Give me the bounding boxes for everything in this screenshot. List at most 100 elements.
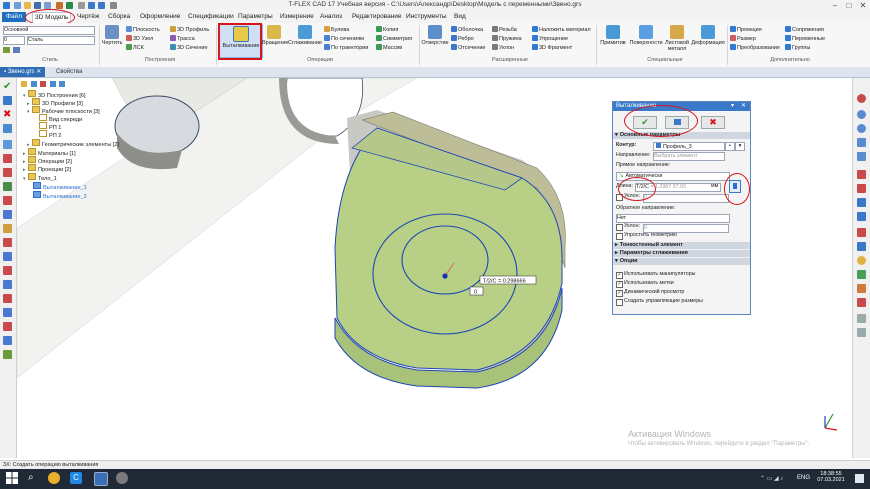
tree-item[interactable]: ▸ Проекции [2]: [23, 164, 71, 173]
maximize-icon[interactable]: □: [842, 0, 856, 11]
draft-button[interactable]: Уклон: [492, 44, 514, 52]
view-front-icon[interactable]: [857, 198, 866, 207]
option-dimensions-checkbox[interactable]: [616, 299, 623, 306]
groups-button[interactable]: Группы: [785, 44, 810, 52]
deform-button[interactable]: Деформация: [691, 24, 725, 56]
line-icon[interactable]: [3, 238, 12, 247]
page-icon[interactable]: [857, 314, 866, 323]
delete-tree-icon[interactable]: [40, 81, 47, 87]
light-icon[interactable]: [857, 256, 866, 265]
select-icon[interactable]: [3, 210, 12, 219]
option-labels-checkbox[interactable]: ✓: [616, 281, 623, 288]
fragment-3d-button[interactable]: 3D Фрагмент: [532, 44, 572, 52]
zoom-in-icon[interactable]: [857, 110, 866, 119]
expand-icon[interactable]: ▸: [615, 250, 618, 256]
section-options[interactable]: ▾ Опции: [613, 258, 750, 265]
spring-button[interactable]: Пружина: [492, 35, 522, 43]
boolean-button[interactable]: Булева: [324, 26, 349, 34]
tray-icons[interactable]: ⌃ ▭ ◢ ♪: [760, 475, 783, 482]
zoom-all-icon[interactable]: [857, 152, 866, 161]
refresh-tree-icon[interactable]: [59, 81, 66, 87]
expand-icon[interactable]: ▸: [615, 242, 618, 248]
tree-item[interactable]: Выталкивание_1: [33, 182, 87, 191]
menu-analysis[interactable]: Анализ: [318, 12, 344, 22]
axis-icon[interactable]: [3, 182, 12, 191]
confirm-icon[interactable]: ✔: [3, 82, 12, 92]
slope-input[interactable]: 0: [643, 194, 729, 203]
collapse-icon[interactable]: ▾: [615, 132, 618, 138]
lcs-button[interactable]: ЛСК: [126, 44, 144, 52]
direction-input[interactable]: Выбрать элемент: [653, 152, 725, 161]
dimension-button[interactable]: Размер: [730, 35, 756, 43]
view-side-icon[interactable]: [857, 242, 866, 251]
menu-design[interactable]: Оформление: [138, 12, 182, 22]
color-icon[interactable]: [3, 47, 10, 53]
menu-specifications[interactable]: Спецификации: [186, 12, 236, 22]
rib-button[interactable]: Ребро: [451, 35, 474, 43]
tree-item[interactable]: ▸ Геометрические элементы [2]: [27, 139, 119, 148]
app-c-icon[interactable]: C: [70, 472, 82, 484]
folder-icon[interactable]: [21, 81, 27, 87]
body-icon[interactable]: [3, 280, 12, 289]
zoom-window-icon[interactable]: [857, 138, 866, 147]
shell-button[interactable]: Оболочка: [451, 26, 483, 34]
cut-button[interactable]: Отсечение: [451, 44, 485, 52]
search-icon[interactable]: ⌕: [28, 472, 40, 484]
priority-input[interactable]: 0: [3, 36, 25, 45]
tree-item[interactable]: ▾ Тело_1: [23, 173, 57, 182]
option-manipulators-checkbox[interactable]: ✓: [616, 272, 623, 279]
contour-dropdown-icon[interactable]: ▾: [735, 142, 745, 151]
draw-button[interactable]: Чертить: [101, 24, 123, 56]
rotate-button[interactable]: Вращение: [262, 24, 288, 56]
contour-select[interactable]: Профиль_3: [653, 142, 725, 151]
menu-parameters[interactable]: Параметры: [236, 12, 275, 22]
tab-close-icon[interactable]: ✕: [35, 69, 41, 75]
layer-select[interactable]: Основной: [3, 26, 95, 35]
filter-tree-icon[interactable]: [30, 81, 37, 87]
tree-item[interactable]: ▾ Рабочие плоскости [3]: [27, 106, 100, 115]
measure-icon[interactable]: [3, 322, 12, 331]
language-indicator[interactable]: ENG: [797, 475, 810, 481]
expand-tree-icon[interactable]: [49, 81, 56, 87]
menu-measure[interactable]: Измерение: [278, 12, 316, 22]
tree-item[interactable]: РП 2: [39, 130, 61, 139]
tree-item[interactable]: ▸ 3D Профили [3]: [27, 98, 83, 107]
menu-edit[interactable]: Редактирование: [350, 12, 404, 22]
tree-item[interactable]: Вид спереди: [39, 114, 82, 123]
vector-icon[interactable]: [3, 154, 12, 163]
style-icon[interactable]: [13, 47, 20, 53]
sweep-button[interactable]: По траектории: [324, 44, 368, 52]
check-view3-icon[interactable]: [857, 228, 866, 237]
snap-icon[interactable]: [3, 336, 12, 345]
clock[interactable]: 18:38:55 07.03.2021: [814, 471, 848, 483]
tool-icon[interactable]: [3, 140, 12, 149]
array-button[interactable]: Массив: [376, 44, 402, 52]
sheet-metal-button[interactable]: Листовой металл: [664, 24, 690, 56]
primitive-button[interactable]: Примитив: [598, 24, 628, 56]
mates-button[interactable]: Сопряжения: [785, 26, 824, 34]
collapse-icon[interactable]: ▾: [615, 258, 618, 264]
tree-item[interactable]: Выталкивание_2: [33, 191, 87, 200]
backward-mode-select[interactable]: Нет: [616, 214, 730, 223]
view-top-icon[interactable]: [857, 212, 866, 221]
menu-file[interactable]: Файл: [2, 12, 26, 22]
simplify-checkbox[interactable]: [616, 233, 623, 240]
material-view-icon[interactable]: [857, 298, 866, 307]
option-dynamic-checkbox[interactable]: ✓: [616, 290, 623, 297]
render-icon[interactable]: [857, 270, 866, 279]
menu-view[interactable]: Вид: [452, 12, 468, 22]
tree-item[interactable]: ▸ Операции [2]: [23, 156, 72, 165]
copy-button[interactable]: Копия: [376, 26, 398, 34]
tree-item[interactable]: ▸ Материалы [1]: [23, 148, 76, 157]
menu-tools[interactable]: Инструменты: [404, 12, 449, 22]
cancel-icon[interactable]: ✖: [3, 110, 12, 120]
page2-icon[interactable]: [857, 328, 866, 337]
cancel-button[interactable]: ✖: [701, 116, 725, 129]
plane-button[interactable]: Плоскость: [126, 26, 160, 34]
manipulator-point[interactable]: [442, 273, 448, 279]
node-3d-button[interactable]: 3D Узел: [126, 35, 153, 43]
face-icon[interactable]: [3, 252, 12, 261]
menu-drawing[interactable]: Чертёж: [75, 12, 101, 22]
simplify-button[interactable]: Упрощение: [532, 35, 568, 43]
curve-icon[interactable]: [3, 266, 12, 275]
